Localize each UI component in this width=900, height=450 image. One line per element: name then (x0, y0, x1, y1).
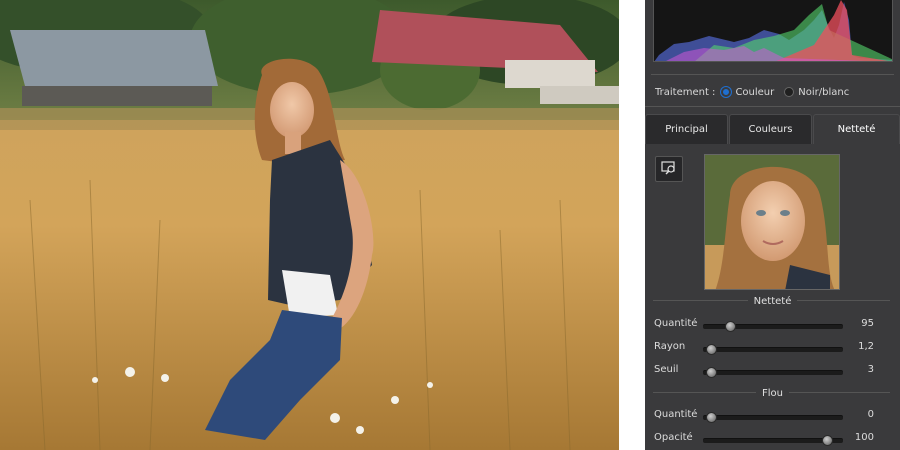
adjustment-panel: Traitement : Couleur Noir/blanc Principa… (645, 0, 900, 450)
processing-label: Traitement : (655, 86, 716, 98)
tab-bar: Principal Couleurs Netteté (645, 114, 900, 144)
slider-row: Opacité 100 (654, 432, 894, 446)
slider-track[interactable] (703, 321, 843, 332)
slider-row: Rayon 1,2 (654, 341, 894, 355)
slider-label: Seuil (654, 364, 679, 375)
slider-track[interactable] (703, 435, 843, 446)
slider-row: Seuil 3 (654, 364, 894, 378)
blur-section-title: Flou (645, 388, 900, 399)
slider-row: Quantité 0 (654, 409, 894, 423)
radio-bw-label[interactable]: Noir/blanc (798, 87, 849, 98)
divider (645, 106, 900, 107)
separator-gap (619, 0, 645, 450)
slider-value: 95 (861, 318, 874, 329)
slider-track[interactable] (703, 412, 843, 423)
tab-principal[interactable]: Principal (645, 114, 728, 144)
tab-nettete-label: Netteté (837, 124, 876, 135)
slider-value: 3 (867, 364, 874, 375)
blur-title-text: Flou (756, 388, 789, 399)
tab-couleurs[interactable]: Couleurs (729, 114, 812, 144)
slider-value: 1,2 (858, 341, 874, 352)
slider-handle[interactable] (706, 344, 717, 355)
radio-color-label[interactable]: Couleur (735, 87, 774, 98)
slider-label: Quantité (654, 409, 698, 420)
histogram (653, 0, 893, 62)
slider-label: Opacité (654, 432, 693, 443)
sample-picker-button[interactable] (655, 156, 683, 182)
sample-picker-icon (661, 160, 677, 178)
slider-handle[interactable] (822, 435, 833, 446)
tab-couleurs-label: Couleurs (748, 124, 793, 135)
sharpness-section-title: Netteté (645, 296, 900, 307)
slider-track[interactable] (703, 344, 843, 355)
slider-track[interactable] (703, 367, 843, 378)
slider-value: 100 (854, 432, 874, 443)
tab-principal-label: Principal (665, 124, 708, 135)
slider-label: Quantité (654, 318, 698, 329)
slider-value: 0 (867, 409, 874, 420)
divider (651, 74, 894, 75)
radio-bw[interactable] (784, 87, 795, 97)
slider-handle[interactable] (706, 367, 717, 378)
slider-handle[interactable] (706, 412, 717, 423)
slider-row: Quantité 95 (654, 318, 894, 332)
tab-nettete[interactable]: Netteté (813, 114, 900, 144)
radio-color[interactable] (721, 87, 732, 97)
slider-label: Rayon (654, 341, 686, 352)
photo-canvas[interactable] (0, 0, 619, 450)
photo-image (0, 0, 619, 450)
preview-thumbnail[interactable] (704, 154, 840, 290)
processing-mode-row: Traitement : Couleur Noir/blanc (655, 85, 895, 99)
slider-handle[interactable] (724, 321, 736, 332)
sharpness-title-text: Netteté (747, 296, 798, 307)
